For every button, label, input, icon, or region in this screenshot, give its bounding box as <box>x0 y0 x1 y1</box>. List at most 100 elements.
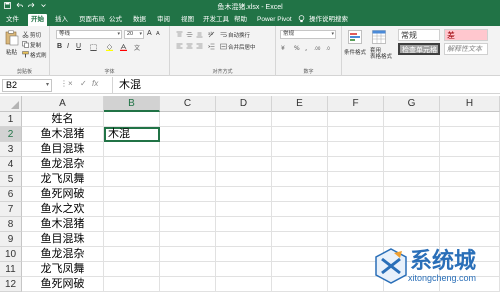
table-cell[interactable] <box>216 232 272 247</box>
fill-color-icon[interactable] <box>106 44 113 51</box>
tab-data[interactable]: 数据 <box>130 14 149 26</box>
cell-b3[interactable] <box>104 142 160 157</box>
table-cell[interactable] <box>440 202 500 217</box>
table-cell[interactable] <box>216 112 272 127</box>
column-header-d[interactable]: D <box>216 96 272 112</box>
phonetic-icon[interactable]: 文 <box>134 44 141 52</box>
table-cell[interactable] <box>160 202 216 217</box>
tab-formulas[interactable]: 公式 <box>106 14 125 26</box>
percent-icon[interactable]: % <box>294 44 301 52</box>
name-box[interactable]: B2 ▾ <box>2 79 52 92</box>
table-cell[interactable] <box>216 217 272 232</box>
increase-decimal-icon[interactable]: .00 <box>314 44 324 51</box>
table-cell[interactable] <box>216 157 272 172</box>
indent-icon[interactable] <box>208 43 215 50</box>
currency-icon[interactable]: ¥ <box>281 44 291 52</box>
conditional-format-icon[interactable] <box>348 30 362 44</box>
table-cell[interactable] <box>216 127 272 142</box>
table-cell[interactable] <box>160 262 216 277</box>
cut-icon[interactable] <box>22 31 29 38</box>
cell-b12[interactable] <box>104 277 160 292</box>
table-cell[interactable] <box>328 112 384 127</box>
tab-review[interactable]: 审阅 <box>154 14 173 26</box>
table-cell[interactable] <box>328 217 384 232</box>
style-normal[interactable]: 常规 <box>398 29 440 41</box>
cell-b10[interactable] <box>104 247 160 262</box>
wrap-text-button[interactable]: 自动换行 <box>228 31 250 39</box>
format-as-table-button[interactable]: 套用 表格格式 <box>370 48 392 60</box>
table-cell[interactable] <box>328 187 384 202</box>
table-cell[interactable] <box>328 157 384 172</box>
table-cell[interactable] <box>440 172 500 187</box>
column-header-b[interactable]: B <box>104 96 160 112</box>
align-middle-icon[interactable] <box>186 31 193 38</box>
table-cell[interactable] <box>160 172 216 187</box>
cancel-icon[interactable]: × <box>68 79 73 88</box>
table-cell[interactable] <box>328 172 384 187</box>
table-cell[interactable] <box>160 127 216 142</box>
table-cell[interactable] <box>272 202 328 217</box>
cell-a10[interactable]: 鱼龙混杂 <box>22 247 104 262</box>
orientation-icon[interactable]: ab <box>208 31 215 38</box>
row-header[interactable]: 2 <box>0 127 22 142</box>
tab-page-layout[interactable]: 页面布局 <box>76 14 108 26</box>
merge-center-button[interactable]: 合并后居中 <box>228 43 256 51</box>
formula-input[interactable]: 木混 <box>112 77 496 93</box>
align-center-icon[interactable] <box>186 43 193 50</box>
table-cell[interactable] <box>272 187 328 202</box>
table-cell[interactable] <box>160 217 216 232</box>
shrink-font-button[interactable]: A <box>156 31 160 37</box>
row-header[interactable]: 7 <box>0 202 22 217</box>
cell-b4[interactable] <box>104 157 160 172</box>
table-cell[interactable] <box>384 142 440 157</box>
cell-a5[interactable]: 龙飞凤舞 <box>22 172 104 187</box>
format-painter-button[interactable]: 格式刷 <box>30 51 47 59</box>
table-cell[interactable] <box>160 157 216 172</box>
table-cell[interactable] <box>160 142 216 157</box>
cell-b6[interactable] <box>104 187 160 202</box>
insert-function-icon[interactable]: fx <box>92 79 98 88</box>
cell-a11[interactable]: 龙飞凤舞 <box>22 262 104 277</box>
tab-help[interactable]: 帮助 <box>231 14 250 26</box>
table-cell[interactable] <box>440 187 500 202</box>
underline-button[interactable]: U <box>76 43 81 50</box>
table-cell[interactable] <box>384 127 440 142</box>
table-cell[interactable] <box>384 157 440 172</box>
wrap-text-icon[interactable] <box>220 31 227 38</box>
font-name-select[interactable]: 等线 ▾ <box>56 30 122 39</box>
cell-b1[interactable] <box>104 112 160 127</box>
row-header[interactable]: 12 <box>0 277 22 292</box>
cell-b7[interactable] <box>104 202 160 217</box>
column-header-g[interactable]: G <box>384 96 440 112</box>
cell-a9[interactable]: 鱼目混珠 <box>22 232 104 247</box>
table-cell[interactable] <box>272 157 328 172</box>
table-cell[interactable] <box>384 202 440 217</box>
cell-b9[interactable] <box>104 232 160 247</box>
table-cell[interactable] <box>272 112 328 127</box>
table-cell[interactable] <box>384 187 440 202</box>
table-cell[interactable] <box>216 142 272 157</box>
table-cell[interactable] <box>272 277 328 292</box>
borders-icon[interactable] <box>90 44 97 51</box>
cell-a3[interactable]: 鱼目混珠 <box>22 142 104 157</box>
copy-icon[interactable] <box>22 41 29 48</box>
cell-a12[interactable]: 鱼死网破 <box>22 277 104 292</box>
row-header[interactable]: 11 <box>0 262 22 277</box>
cell-a2[interactable]: 鱼木混猪 <box>22 127 104 142</box>
style-explanatory[interactable]: 解释性文本 <box>444 43 488 55</box>
style-bad[interactable]: 差 <box>444 29 488 41</box>
row-header[interactable]: 1 <box>0 112 22 127</box>
table-cell[interactable] <box>384 217 440 232</box>
align-right-icon[interactable] <box>196 43 203 50</box>
row-header[interactable]: 9 <box>0 232 22 247</box>
tab-home[interactable]: 开始 <box>28 14 47 26</box>
row-header[interactable]: 3 <box>0 142 22 157</box>
table-cell[interactable] <box>272 247 328 262</box>
cell-b2[interactable]: 木混 <box>104 127 160 142</box>
row-header[interactable]: 4 <box>0 157 22 172</box>
tab-power-pivot[interactable]: Power Pivot <box>254 14 295 26</box>
select-all-corner[interactable] <box>0 96 22 112</box>
table-cell[interactable] <box>384 172 440 187</box>
table-cell[interactable] <box>160 112 216 127</box>
cut-button[interactable]: 剪切 <box>30 31 41 39</box>
